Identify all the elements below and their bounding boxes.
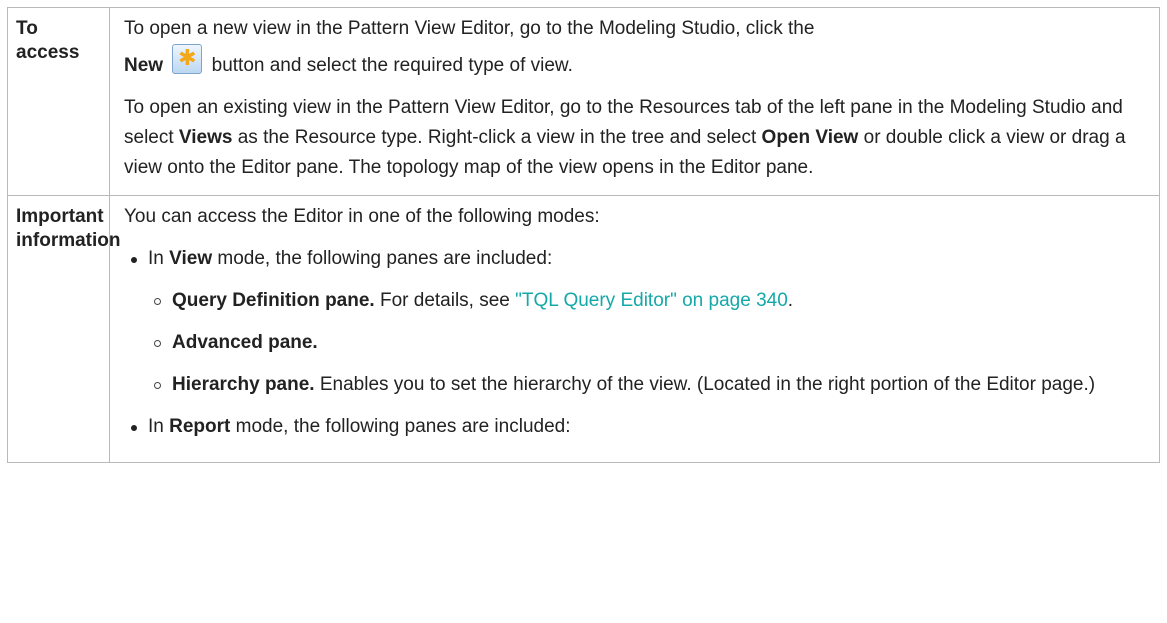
report-mode-item: In Report mode, the following panes are … [124, 412, 1145, 442]
report-mode-label: Report [169, 416, 231, 437]
hierarchy-pane-item: Hierarchy pane. Enables you to set the h… [148, 370, 1145, 400]
important-content: You can access the Editor in one of the … [109, 195, 1160, 463]
advanced-pane-label: Advanced pane. [172, 332, 318, 353]
access-paragraph-new: To open a new view in the Pattern View E… [124, 14, 1145, 81]
access-label: To access [7, 7, 110, 196]
access-row: To access To open a new view in the Patt… [7, 7, 1160, 196]
important-intro: You can access the Editor in one of the … [124, 206, 600, 227]
view-mode-prefix: In [148, 248, 164, 269]
access-existing-text-2: as the Resource type. Right-click a view… [237, 127, 757, 148]
query-definition-item: Query Definition pane. For details, see … [148, 286, 1145, 316]
access-new-after: button and select the required type of v… [211, 55, 573, 76]
access-paragraph-existing: To open an existing view in the Pattern … [124, 93, 1145, 183]
info-table: To access To open a new view in the Patt… [7, 7, 1160, 463]
new-view-star-icon: ✱ [172, 44, 203, 74]
query-definition-end: . [787, 290, 794, 311]
tql-query-editor-link[interactable]: "TQL Query Editor" on page 340 [515, 290, 788, 311]
view-mode-label: View [169, 248, 213, 269]
query-definition-label: Query Definition pane. [172, 290, 375, 311]
hierarchy-pane-label: Hierarchy pane. [172, 374, 315, 395]
view-mode-panes: Query Definition pane. For details, see … [148, 286, 1145, 400]
new-label: New [124, 55, 164, 76]
open-view-label: Open View [761, 127, 859, 148]
report-mode-prefix: In [148, 416, 164, 437]
view-mode-item: In View mode, the following panes are in… [124, 244, 1145, 400]
important-label: Important information [7, 195, 121, 463]
report-mode-suffix: mode, the following panes are included: [235, 416, 571, 437]
important-row: Important information You can access the… [7, 195, 1160, 463]
modes-list: In View mode, the following panes are in… [124, 244, 1145, 442]
access-new-text: To open a new view in the Pattern View E… [124, 18, 815, 39]
hierarchy-pane-text: Enables you to set the hierarchy of the … [319, 374, 1096, 395]
query-definition-text: For details, see [379, 290, 510, 311]
access-content: To open a new view in the Pattern View E… [109, 7, 1160, 196]
views-label: Views [178, 127, 233, 148]
view-mode-suffix: mode, the following panes are included: [217, 248, 553, 269]
advanced-pane-item: Advanced pane. [148, 328, 1145, 358]
